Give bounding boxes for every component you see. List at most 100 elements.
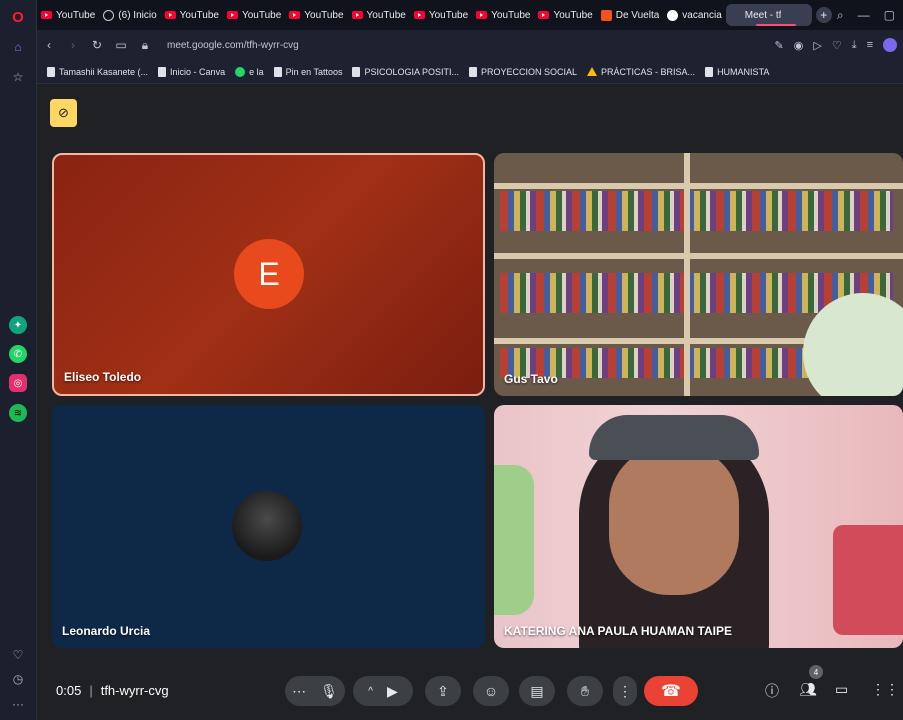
extension-icon	[600, 9, 612, 21]
whatsapp-icon	[235, 66, 246, 77]
maximize-icon[interactable]: ▢	[884, 8, 895, 23]
camera-options-button[interactable]: ^ ▶︎	[353, 676, 413, 706]
back-icon[interactable]: ‹	[37, 38, 61, 52]
bookmark[interactable]: PRÁCTICAS - BRISA...	[587, 67, 695, 77]
facebook-icon	[103, 9, 115, 21]
reactions-button[interactable]: ☺	[473, 676, 509, 706]
shelf-divider	[684, 153, 690, 396]
tab[interactable]: YouTube	[285, 4, 347, 26]
forward-icon[interactable]: ›	[61, 38, 85, 52]
chat-icon[interactable]: ▭	[835, 681, 848, 698]
tab[interactable]: De Vuelta	[597, 4, 664, 26]
whatsapp-icon[interactable]: ✆	[9, 345, 27, 363]
search-tabs-icon[interactable]: ⌕	[837, 8, 844, 23]
participant-tile-eliseo[interactable]: E Eliseo Toledo	[52, 153, 485, 396]
participant-tile-gus[interactable]: Gus Tavo	[494, 153, 903, 396]
instagram-icon[interactable]: ◎	[9, 374, 27, 392]
participant-name: KATERING ANA PAULA HUAMAN TAIPE	[504, 624, 732, 638]
tab-label: YouTube	[241, 9, 282, 21]
people-icon[interactable]: 👥︎	[799, 681, 817, 698]
tab-overview-icon[interactable]: ▭	[109, 38, 133, 52]
raise-hand-button[interactable]: ✋︎	[567, 676, 603, 706]
doc-icon	[705, 66, 714, 77]
bookmark-label: Inicio - Canva	[170, 66, 226, 77]
bookmark[interactable]: e la	[235, 66, 264, 77]
doc-icon	[273, 66, 282, 77]
audio-options-button[interactable]: ⋯ 🎙︎	[285, 676, 345, 706]
heart-icon[interactable]: ♡	[832, 39, 842, 52]
youtube-icon	[289, 11, 301, 19]
leave-call-button[interactable]: ☎︎	[644, 676, 698, 706]
more-icon[interactable]: ···	[9, 695, 27, 713]
new-tab-button[interactable]: +	[815, 7, 832, 23]
opera-logo-icon[interactable]: O	[9, 8, 27, 26]
youtube-icon	[351, 11, 363, 19]
doc-icon	[47, 66, 55, 77]
heart-icon[interactable]: ♡	[9, 646, 27, 664]
bookmark[interactable]: PSICOLOGIA POSITI...	[352, 66, 459, 77]
bookmark[interactable]: Pin en Tattoos	[273, 66, 342, 77]
emoji-icon: ☺	[483, 683, 499, 699]
present-screen-icon: ⇪	[437, 682, 449, 699]
camera-icon[interactable]: ▶︎	[387, 683, 398, 700]
browser-sidebar: O ⌂ ☆ ✦ ✆ ◎ ≋ ♡ ◷ ···	[0, 0, 37, 720]
drive-icon	[587, 67, 598, 76]
avatar	[232, 491, 302, 561]
download-icon[interactable]: ⤓	[852, 39, 857, 52]
youtube-icon	[164, 11, 176, 19]
bookmark[interactable]: Inicio - Canva	[158, 66, 226, 77]
hand-icon: ✋︎	[581, 682, 589, 699]
edit-icon[interactable]: ✎	[775, 39, 784, 52]
play-icon[interactable]: ▷	[813, 39, 821, 52]
spotify-icon[interactable]: ≋	[9, 404, 27, 422]
activities-icon[interactable]: ⋮⋮	[871, 681, 899, 698]
profile-icon[interactable]	[883, 38, 897, 52]
star-icon[interactable]: ☆	[9, 68, 27, 86]
google-icon	[667, 9, 679, 21]
camera-off-notice-icon[interactable]: ⊘	[50, 99, 77, 127]
tab[interactable]: (6) Inicio	[99, 4, 160, 26]
minimize-icon[interactable]: —	[858, 8, 870, 23]
reload-icon[interactable]: ↻	[85, 38, 109, 52]
hang-up-icon: ☎︎	[661, 683, 681, 700]
tab[interactable]: YouTube	[37, 4, 99, 26]
participant-tile-leonardo[interactable]: Leonardo Urcia	[52, 405, 485, 648]
more-options-icon[interactable]: ⋯	[292, 683, 306, 700]
present-screen-button[interactable]: ⇪	[425, 676, 461, 706]
tab[interactable]: YouTube	[223, 4, 285, 26]
tab-label: De Vuelta	[615, 9, 660, 21]
tab[interactable]: YouTube	[161, 4, 223, 26]
meeting-details-icon[interactable]: ⓘ	[765, 681, 779, 701]
video-content	[833, 525, 903, 635]
camera-icon[interactable]: ◉	[794, 39, 804, 52]
video-content	[589, 415, 759, 460]
tab-active-meet[interactable]: Meet - tf	[725, 4, 812, 26]
more-options-button[interactable]: ⋮	[613, 676, 637, 706]
home-icon[interactable]: ⌂	[9, 38, 27, 56]
url-field[interactable]: meet.google.com/tfh-wyrr-cvg	[167, 40, 299, 51]
chatgpt-icon[interactable]: ✦	[9, 316, 27, 334]
tab[interactable]: YouTube	[410, 4, 472, 26]
tab-label: YouTube	[366, 9, 406, 21]
microphone-icon[interactable]: 🎙︎	[320, 683, 338, 700]
bookmark[interactable]: HUMANISTA	[705, 66, 769, 77]
participant-tile-katering[interactable]: KATERING ANA PAULA HUAMAN TAIPE	[494, 405, 903, 648]
tab-label: vacancia	[682, 9, 722, 21]
tab[interactable]: vacancia	[663, 4, 725, 26]
video-content	[494, 465, 534, 615]
tab[interactable]: YouTube	[348, 4, 410, 26]
tab[interactable]: YouTube	[534, 4, 596, 26]
history-icon[interactable]: ◷	[9, 670, 27, 688]
chevron-up-icon[interactable]: ^	[368, 686, 373, 697]
menu-icon[interactable]: ≡	[867, 39, 873, 51]
youtube-icon	[41, 11, 52, 19]
youtube-icon	[476, 11, 488, 19]
video-content	[609, 445, 739, 595]
avatar: E	[234, 239, 304, 309]
bookmark[interactable]: Tamashii Kasanete (...	[47, 66, 148, 77]
tab[interactable]: YouTube	[472, 4, 534, 26]
meeting-time: 0:05	[56, 683, 82, 698]
bookmark[interactable]: PROYECCION SOCIAL	[469, 66, 577, 77]
address-bar: ‹ › ↻ ▭ 🔒︎ meet.google.com/tfh-wyrr-cvg …	[37, 30, 903, 60]
captions-button[interactable]: ▤	[519, 676, 555, 706]
